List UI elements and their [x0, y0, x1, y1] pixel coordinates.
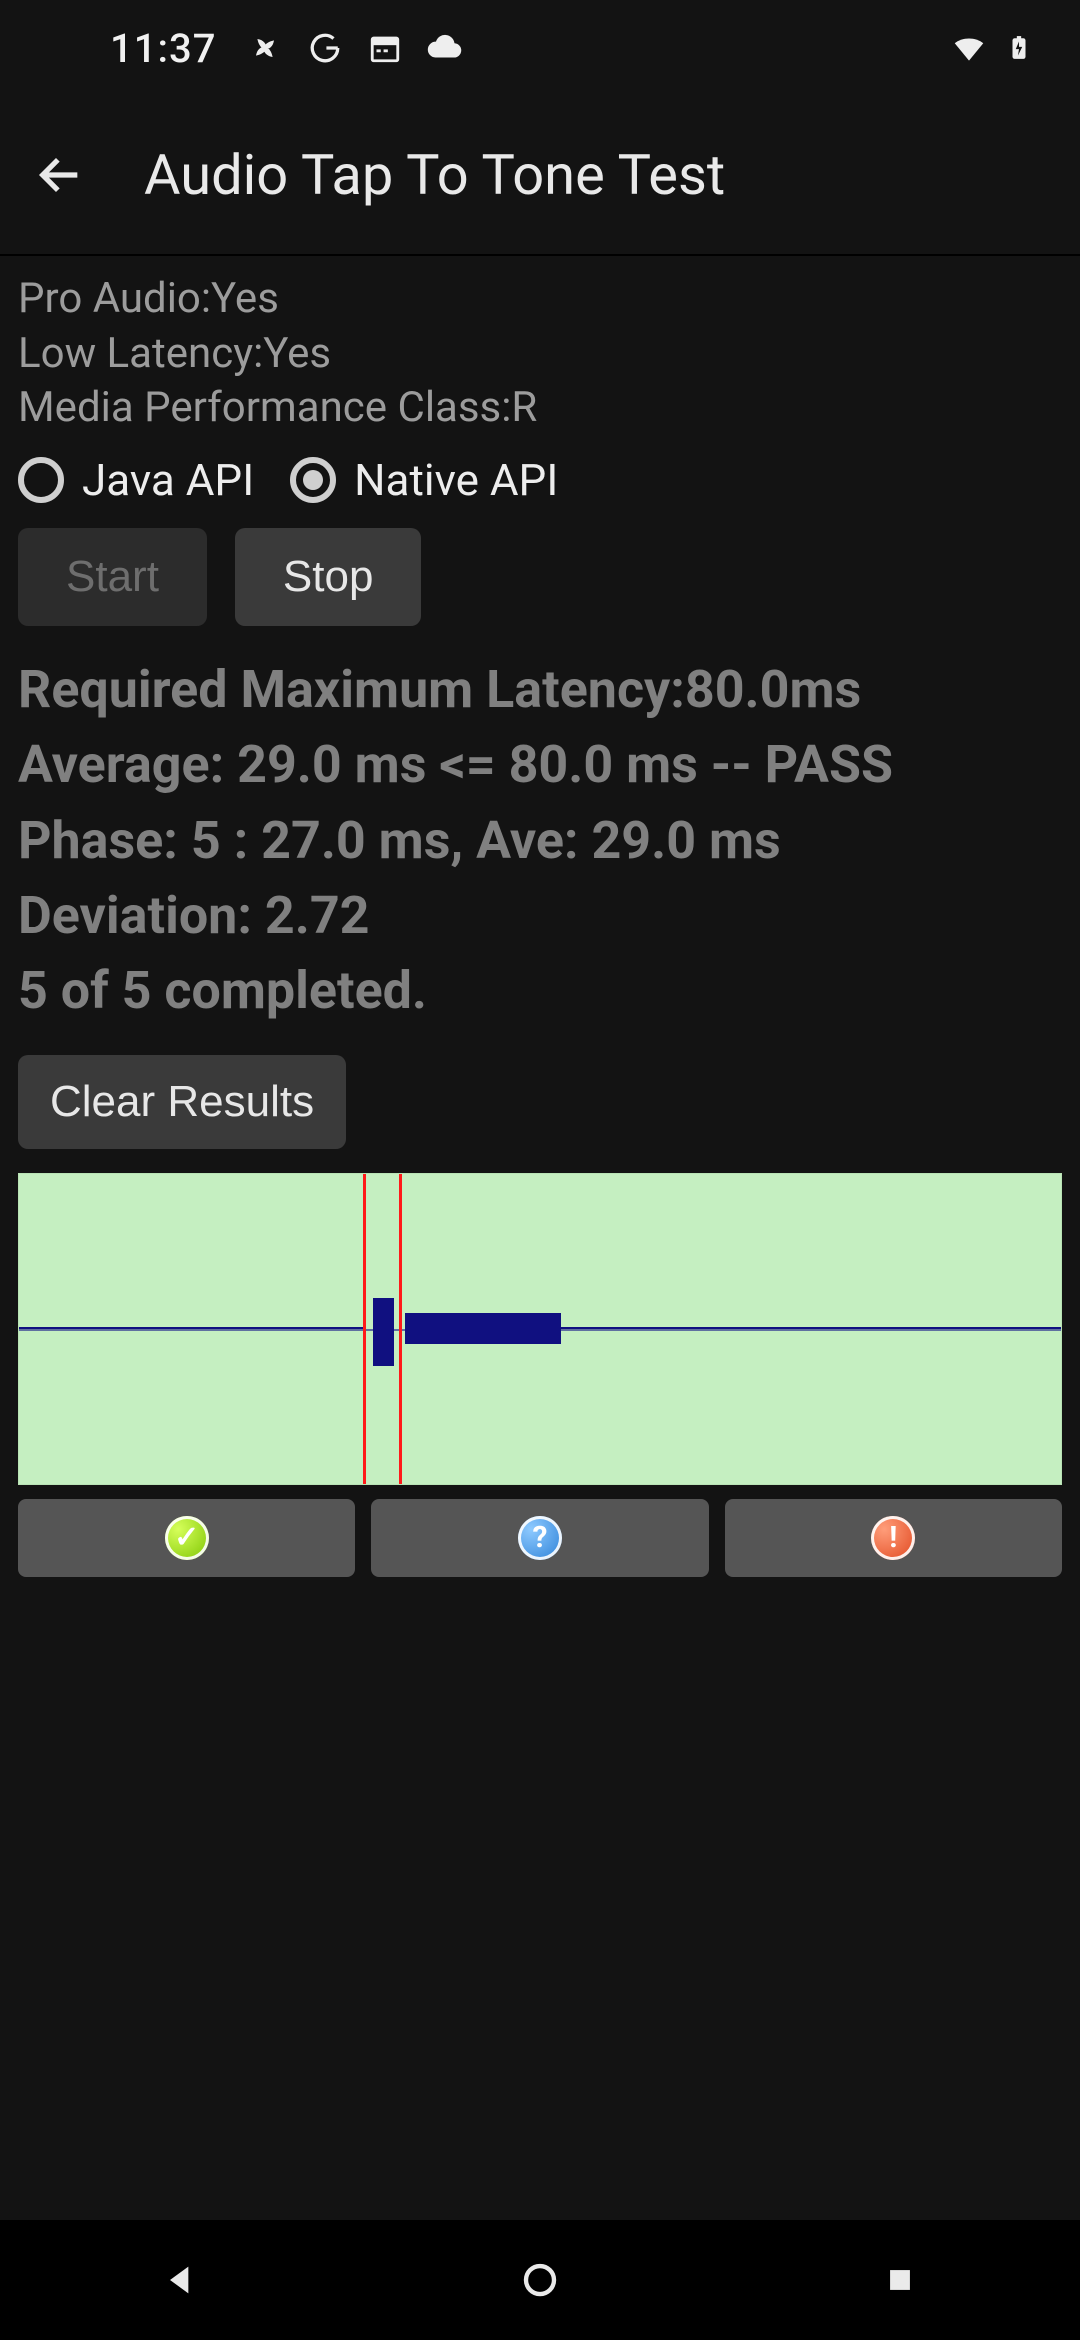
- triangle-back-icon: [160, 2260, 200, 2300]
- java-api-label: Java API: [82, 454, 254, 506]
- app-bar: Audio Tap To Tone Test: [0, 96, 1080, 256]
- back-button[interactable]: [24, 139, 96, 211]
- info-button[interactable]: ?: [371, 1499, 708, 1577]
- native-api-label: Native API: [354, 454, 558, 506]
- api-radio-group: Java API Native API: [18, 454, 1062, 506]
- marker-line-end: [399, 1174, 402, 1484]
- exclamation-icon: !: [871, 1516, 915, 1560]
- waveform-plot: [18, 1173, 1062, 1485]
- clear-results-button[interactable]: Clear Results: [18, 1055, 346, 1149]
- pass-button[interactable]: ✓: [18, 1499, 355, 1577]
- content: Pro Audio:Yes Low Latency:Yes Media Perf…: [0, 256, 1080, 1577]
- square-recent-icon: [883, 2263, 917, 2297]
- system-nav-bar: [0, 2220, 1080, 2340]
- google-icon: [306, 29, 344, 67]
- pro-audio-line: Pro Audio:Yes: [18, 272, 1062, 327]
- average-result: Average: 29.0 ms <= 80.0 ms -- PASS: [18, 727, 1062, 802]
- java-api-radio[interactable]: [18, 457, 64, 503]
- marker-line-start: [363, 1174, 366, 1484]
- stop-button[interactable]: Stop: [235, 528, 422, 626]
- waveform-tone-burst: [405, 1313, 561, 1344]
- cloud-icon: [426, 29, 464, 67]
- results-block: Required Maximum Latency:80.0ms Average:…: [18, 652, 1062, 1029]
- required-max-latency: Required Maximum Latency:80.0ms: [18, 652, 1062, 727]
- nav-recent-button[interactable]: [876, 2256, 924, 2304]
- waveform-tap-burst: [373, 1298, 394, 1366]
- nav-back-button[interactable]: [156, 2256, 204, 2304]
- wifi-icon: [950, 29, 988, 67]
- status-left: 11:37: [110, 25, 464, 72]
- start-button[interactable]: Start: [18, 528, 207, 626]
- question-icon: ?: [518, 1516, 562, 1560]
- clock: 11:37: [110, 25, 216, 72]
- control-buttons: Start Stop: [18, 528, 1062, 626]
- waveform-quiet-segment: [19, 1327, 363, 1329]
- pinwheel-icon: [246, 29, 284, 67]
- circle-home-icon: [519, 2259, 561, 2301]
- completed-result: 5 of 5 completed.: [18, 953, 1062, 1028]
- outcome-buttons: ✓ ? !: [18, 1499, 1062, 1577]
- check-icon: ✓: [165, 1516, 209, 1560]
- arrow-left-icon: [34, 149, 86, 201]
- calendar-icon: [366, 29, 404, 67]
- low-latency-line: Low Latency:Yes: [18, 327, 1062, 382]
- waveform-trailing-segment: [561, 1327, 1061, 1329]
- page-title: Audio Tap To Tone Test: [144, 142, 725, 208]
- battery-charging-icon: [1000, 29, 1038, 67]
- deviation-result: Deviation: 2.72: [18, 878, 1062, 953]
- phase-result: Phase: 5 : 27.0 ms, Ave: 29.0 ms: [18, 803, 1062, 878]
- status-bar: 11:37: [0, 0, 1080, 96]
- fail-button[interactable]: !: [725, 1499, 1062, 1577]
- nav-home-button[interactable]: [516, 2256, 564, 2304]
- status-right: [950, 29, 1038, 67]
- native-api-radio[interactable]: [290, 457, 336, 503]
- media-perf-line: Media Performance Class:R: [18, 381, 1062, 436]
